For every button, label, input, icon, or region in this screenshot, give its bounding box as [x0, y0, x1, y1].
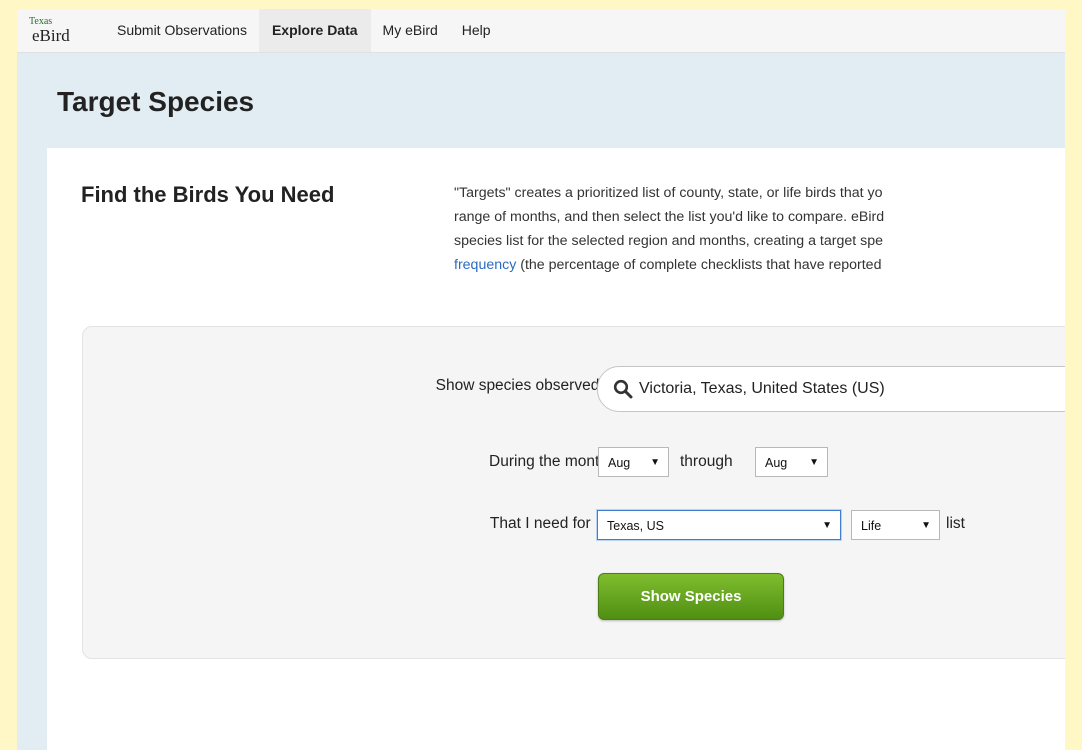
dropdown-arrow-icon: ▼	[921, 520, 931, 531]
list-type-value: Life	[861, 519, 882, 533]
list-type-select[interactable]: Life ▼	[851, 510, 940, 540]
month-to-select[interactable]: Aug ▼	[755, 447, 828, 477]
texas-ebird-logo[interactable]: Texas eBird	[29, 17, 89, 47]
dropdown-arrow-icon: ▼	[822, 520, 832, 531]
dropdown-arrow-icon: ▼	[650, 457, 660, 468]
side-band	[17, 148, 47, 750]
show-species-button[interactable]: Show Species	[598, 573, 784, 620]
dropdown-arrow-icon: ▼	[809, 457, 819, 468]
main-content: Find the Birds You Need "Targets" create…	[47, 148, 1065, 750]
list-suffix-label: list	[946, 515, 965, 532]
browser-viewport: Texas eBird Submit Observations Explore …	[17, 9, 1065, 750]
through-label: through	[680, 453, 733, 470]
month-to-value: Aug	[765, 456, 788, 470]
month-from-value: Aug	[608, 456, 631, 470]
nav-help[interactable]: Help	[450, 9, 503, 52]
nav-my-ebird[interactable]: My eBird	[371, 9, 450, 52]
logo-big-text: eBird	[32, 26, 70, 45]
frequency-link[interactable]: frequency	[454, 257, 516, 273]
list-region-value: Texas, US	[607, 519, 664, 533]
region-search-field[interactable]	[597, 366, 1065, 412]
intro-text: "Targets" creates a prioritized list of …	[454, 185, 885, 249]
nav-submit-observations[interactable]: Submit Observations	[105, 9, 259, 52]
nav-explore-data[interactable]: Explore Data	[258, 9, 371, 52]
search-icon	[613, 379, 633, 399]
main-nav: Submit Observations Explore Data My eBir…	[105, 9, 503, 52]
page-title: Target Species	[57, 86, 255, 117]
region-label: Show species observed in:	[435, 377, 620, 394]
section-heading: Find the Birds You Need	[81, 182, 335, 207]
target-species-form: Show species observed in: During the mon…	[82, 326, 1065, 659]
intro-paragraph: "Targets" creates a prioritized list of …	[454, 181, 1065, 277]
month-from-select[interactable]: Aug ▼	[598, 447, 669, 477]
list-region-select[interactable]: Texas, US ▼	[597, 510, 841, 540]
region-search-input[interactable]	[639, 377, 1065, 401]
intro-tail: (the percentage of complete checklists t…	[516, 257, 882, 273]
top-navigation: Texas eBird Submit Observations Explore …	[17, 9, 1065, 53]
page-header: Target Species	[17, 53, 1065, 148]
